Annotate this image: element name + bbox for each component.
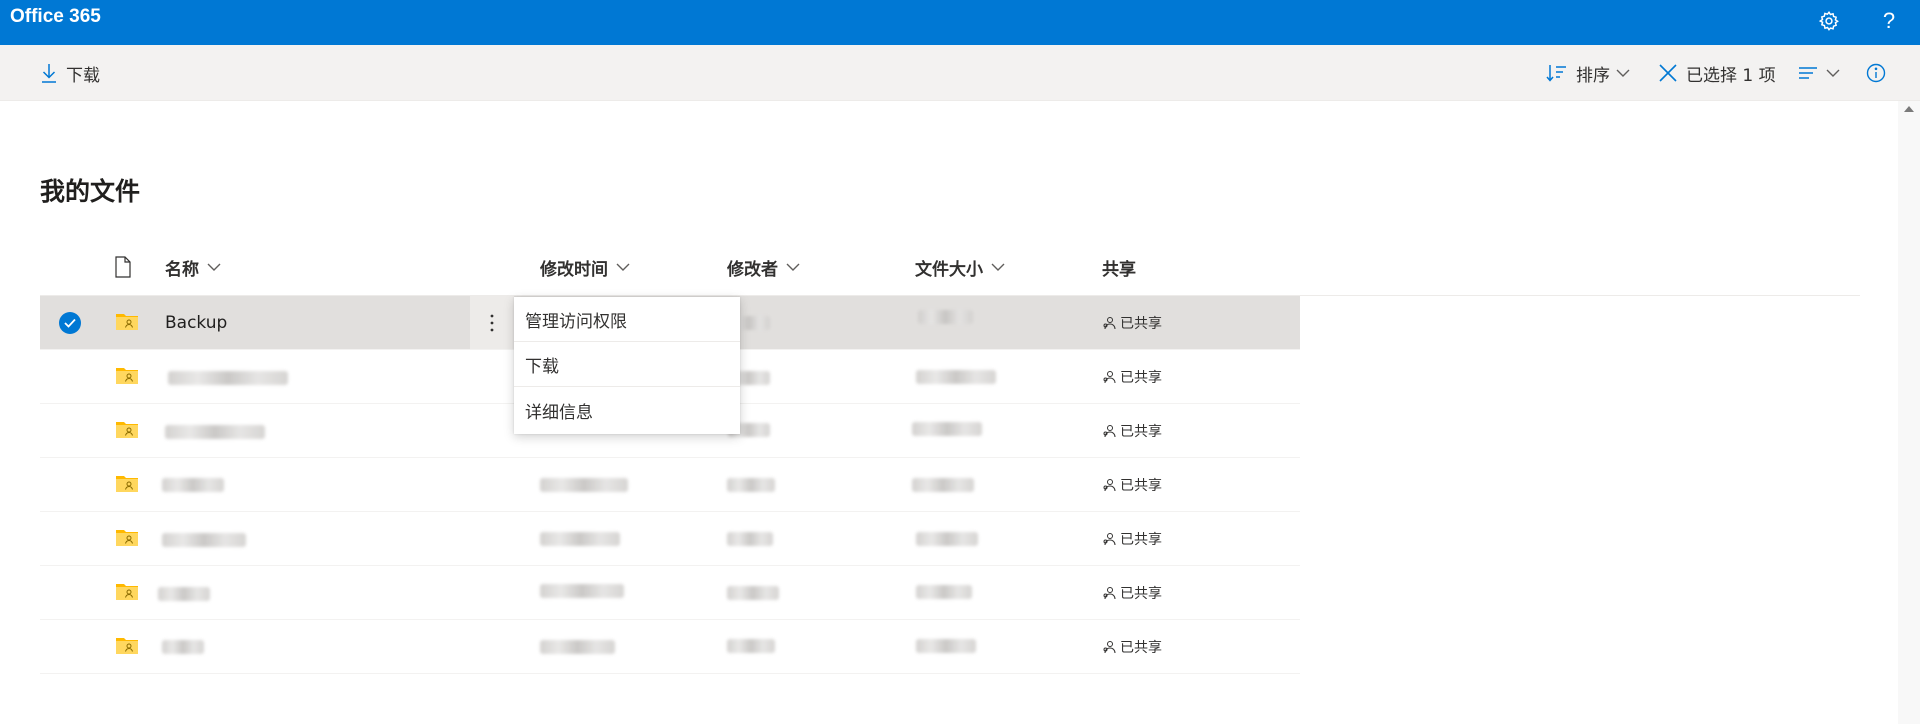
sharing-label: 已共享 <box>1120 532 1162 548</box>
menu-item-manage-access[interactable]: 管理访问权限 <box>514 297 740 342</box>
redacted-file-name <box>162 478 224 492</box>
redacted-modified-date <box>540 532 620 546</box>
redacted-modified-by <box>727 478 775 492</box>
redacted-file-size <box>912 478 974 492</box>
table-row[interactable]: 已共享 <box>40 620 1300 674</box>
redacted-modified-date <box>540 478 628 492</box>
redacted-file-name <box>165 425 265 439</box>
people-icon <box>1103 425 1116 438</box>
page-title: 我的文件 <box>40 177 141 206</box>
table-row[interactable]: 已共享 <box>40 512 1300 566</box>
chevron-down-icon <box>616 263 630 271</box>
people-icon <box>1103 371 1116 384</box>
redacted-file-name <box>168 371 288 385</box>
modified-by-header-label: 修改者 <box>727 259 778 280</box>
gear-icon[interactable] <box>1812 4 1846 38</box>
redacted-modified-by <box>727 586 779 600</box>
people-icon <box>1103 317 1116 330</box>
download-label: 下载 <box>66 65 100 86</box>
info-command[interactable] <box>1866 45 1886 101</box>
chevron-down-icon <box>786 263 800 271</box>
shared-folder-icon <box>116 368 138 384</box>
sort-label: 排序 <box>1576 65 1610 86</box>
size-column-header[interactable]: 文件大小 <box>915 248 1005 286</box>
redacted-modified-by <box>727 532 773 546</box>
help-icon[interactable]: ? <box>1872 4 1906 38</box>
view-options-command[interactable] <box>1798 45 1840 101</box>
shared-folder-icon <box>116 584 138 600</box>
file-type-icon <box>115 256 131 278</box>
sharing-status[interactable]: 已共享 <box>1102 512 1162 566</box>
view-options-icon <box>1799 67 1817 79</box>
modified-column-header[interactable]: 修改时间 <box>540 248 630 286</box>
row-checkmark-icon[interactable] <box>59 312 81 334</box>
info-icon <box>1866 63 1886 83</box>
table-row[interactable]: 已共享 <box>40 458 1300 512</box>
sharing-label: 已共享 <box>1120 586 1162 602</box>
sharing-label: 已共享 <box>1120 478 1162 494</box>
sort-command[interactable]: 排序 <box>1546 45 1630 101</box>
sharing-status[interactable]: 已共享 <box>1102 566 1162 620</box>
sharing-label: 已共享 <box>1120 370 1162 386</box>
modified-by-column-header[interactable]: 修改者 <box>727 248 800 286</box>
sharing-header-label: 共享 <box>1102 259 1136 280</box>
redacted-file-size <box>916 532 978 546</box>
people-icon <box>1103 587 1116 600</box>
people-icon <box>1103 533 1116 546</box>
people-icon <box>1103 641 1116 654</box>
sharing-column-header[interactable]: 共享 <box>1102 248 1136 286</box>
sharing-status[interactable]: 已共享 <box>1102 350 1162 404</box>
redacted-file-size <box>912 422 982 436</box>
selected-count-label: 已选择 1 项 <box>1686 65 1776 86</box>
download-icon <box>42 64 56 83</box>
sharing-status[interactable]: 已共享 <box>1102 404 1162 458</box>
context-menu: 管理访问权限 下载 详细信息 <box>514 297 740 434</box>
redacted-file-size <box>916 639 976 653</box>
chevron-down-icon <box>1826 69 1840 77</box>
clear-selection-command[interactable]: 已选择 1 项 <box>1658 45 1782 101</box>
redacted-modified-date <box>540 584 624 598</box>
scroll-up-arrow-icon[interactable] <box>1904 106 1914 112</box>
redacted-file-name <box>162 533 246 547</box>
name-column-header[interactable]: 名称 <box>165 248 221 286</box>
redacted-file-name <box>158 587 210 601</box>
redacted-modified-date <box>540 640 615 654</box>
redacted-file-size <box>916 585 972 599</box>
redacted-file-size <box>918 310 973 324</box>
chevron-down-icon <box>991 263 1005 271</box>
sharing-label: 已共享 <box>1120 640 1162 656</box>
suite-bar: Office 365 ? <box>0 0 1920 45</box>
sharing-status[interactable]: 已共享 <box>1102 296 1162 350</box>
vertical-scrollbar[interactable] <box>1898 101 1920 724</box>
more-options-icon[interactable] <box>470 296 514 349</box>
sort-icon <box>1546 65 1566 82</box>
file-type-column-header[interactable] <box>114 248 132 286</box>
shared-folder-icon <box>116 638 138 654</box>
close-icon <box>1659 64 1677 82</box>
redacted-file-name <box>162 640 204 654</box>
name-header-label: 名称 <box>165 259 199 280</box>
shared-folder-icon <box>116 476 138 492</box>
size-header-label: 文件大小 <box>915 259 983 280</box>
app-brand[interactable]: Office 365 <box>10 6 101 28</box>
people-icon <box>1103 479 1116 492</box>
file-name[interactable]: Backup <box>165 296 227 350</box>
shared-folder-icon <box>116 314 138 330</box>
download-command[interactable]: 下载 <box>40 45 106 101</box>
shared-folder-icon <box>116 422 138 438</box>
table-row[interactable]: 已共享 <box>40 566 1300 620</box>
menu-item-details[interactable]: 详细信息 <box>514 387 740 434</box>
sharing-status[interactable]: 已共享 <box>1102 458 1162 512</box>
chevron-down-icon <box>1616 69 1630 77</box>
sharing-label: 已共享 <box>1120 424 1162 440</box>
shared-folder-icon <box>116 530 138 546</box>
redacted-file-size <box>916 370 996 384</box>
command-bar: 下载 排序 已选择 1 项 <box>0 45 1920 101</box>
menu-item-download[interactable]: 下载 <box>514 342 740 387</box>
modified-header-label: 修改时间 <box>540 259 608 280</box>
sharing-status[interactable]: 已共享 <box>1102 620 1162 674</box>
sharing-label: 已共享 <box>1120 316 1162 332</box>
redacted-modified-by <box>727 639 775 653</box>
chevron-down-icon <box>207 263 221 271</box>
